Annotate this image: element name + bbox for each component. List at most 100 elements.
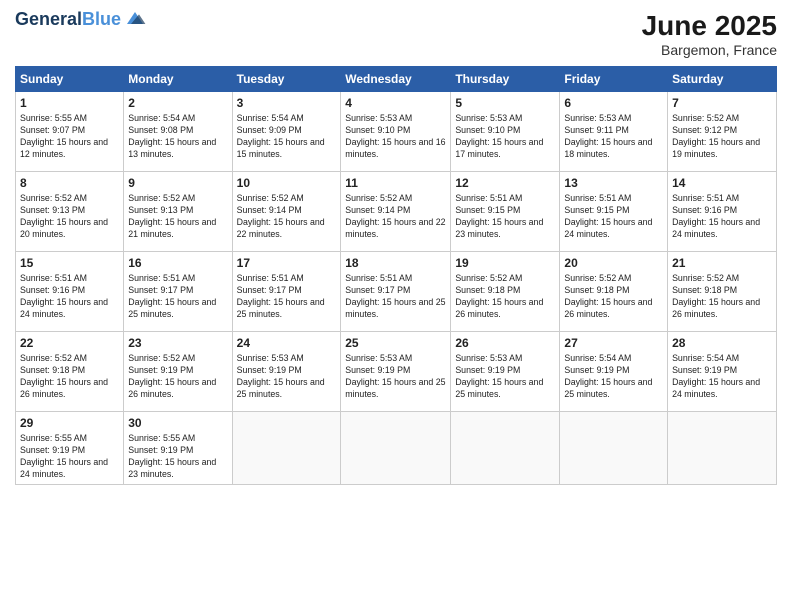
logo-text: GeneralBlue bbox=[15, 10, 121, 30]
calendar-table: SundayMondayTuesdayWednesdayThursdayFrid… bbox=[15, 66, 777, 485]
calendar-cell: 5 Sunrise: 5:53 AMSunset: 9:10 PMDaylight… bbox=[451, 92, 560, 172]
day-number: 14 bbox=[672, 175, 772, 191]
calendar-cell: 28 Sunrise: 5:54 AMSunset: 9:19 PMDayligh… bbox=[668, 332, 777, 412]
day-info: Sunrise: 5:52 AMSunset: 9:18 PMDaylight:… bbox=[455, 273, 555, 321]
day-info: Sunrise: 5:55 AMSunset: 9:07 PMDaylight:… bbox=[20, 113, 119, 161]
column-header-thursday: Thursday bbox=[451, 67, 560, 92]
day-info: Sunrise: 5:51 AMSunset: 9:16 PMDaylight:… bbox=[20, 273, 119, 321]
day-info: Sunrise: 5:53 AMSunset: 9:10 PMDaylight:… bbox=[455, 113, 555, 161]
calendar-cell: 19 Sunrise: 5:52 AMSunset: 9:18 PMDayligh… bbox=[451, 252, 560, 332]
day-info: Sunrise: 5:51 AMSunset: 9:17 PMDaylight:… bbox=[345, 273, 446, 321]
day-number: 11 bbox=[345, 175, 446, 191]
calendar-cell: 9 Sunrise: 5:52 AMSunset: 9:13 PMDaylight… bbox=[124, 172, 232, 252]
week-row-2: 8 Sunrise: 5:52 AMSunset: 9:13 PMDaylight… bbox=[16, 172, 777, 252]
day-number: 27 bbox=[564, 335, 663, 351]
day-info: Sunrise: 5:52 AMSunset: 9:13 PMDaylight:… bbox=[128, 193, 227, 241]
day-number: 19 bbox=[455, 255, 555, 271]
day-info: Sunrise: 5:52 AMSunset: 9:18 PMDaylight:… bbox=[672, 273, 772, 321]
calendar-cell: 18 Sunrise: 5:51 AMSunset: 9:17 PMDayligh… bbox=[341, 252, 451, 332]
calendar-cell: 10 Sunrise: 5:52 AMSunset: 9:14 PMDayligh… bbox=[232, 172, 341, 252]
week-row-1: 1 Sunrise: 5:55 AMSunset: 9:07 PMDaylight… bbox=[16, 92, 777, 172]
calendar-cell bbox=[341, 412, 451, 485]
day-number: 6 bbox=[564, 95, 663, 111]
calendar-cell bbox=[560, 412, 668, 485]
logo: GeneralBlue bbox=[15, 10, 147, 30]
day-number: 8 bbox=[20, 175, 119, 191]
column-header-tuesday: Tuesday bbox=[232, 67, 341, 92]
column-header-monday: Monday bbox=[124, 67, 232, 92]
day-info: Sunrise: 5:54 AMSunset: 9:09 PMDaylight:… bbox=[237, 113, 337, 161]
day-info: Sunrise: 5:53 AMSunset: 9:19 PMDaylight:… bbox=[345, 353, 446, 401]
calendar-cell: 23 Sunrise: 5:52 AMSunset: 9:19 PMDayligh… bbox=[124, 332, 232, 412]
day-number: 15 bbox=[20, 255, 119, 271]
calendar-cell: 2Sunrise: 5:54 AMSunset: 9:08 PMDaylight… bbox=[124, 92, 232, 172]
day-info: Sunrise: 5:52 AMSunset: 9:14 PMDaylight:… bbox=[237, 193, 337, 241]
day-number: 12 bbox=[455, 175, 555, 191]
day-info: Sunrise: 5:55 AMSunset: 9:19 PMDaylight:… bbox=[128, 433, 227, 481]
page-container: GeneralBlue June 2025 Bargemon, France S… bbox=[0, 0, 792, 495]
day-info: Sunrise: 5:53 AMSunset: 9:11 PMDaylight:… bbox=[564, 113, 663, 161]
day-number: 9 bbox=[128, 175, 227, 191]
day-number: 2 bbox=[128, 95, 227, 111]
day-number: 23 bbox=[128, 335, 227, 351]
day-info: Sunrise: 5:53 AMSunset: 9:10 PMDaylight:… bbox=[345, 113, 446, 161]
calendar-cell: 17Sunrise: 5:51 AMSunset: 9:17 PMDayligh… bbox=[232, 252, 341, 332]
calendar-cell: 15 Sunrise: 5:51 AMSunset: 9:16 PMDayligh… bbox=[16, 252, 124, 332]
day-number: 3 bbox=[237, 95, 337, 111]
calendar-cell bbox=[668, 412, 777, 485]
day-number: 5 bbox=[455, 95, 555, 111]
title-area: June 2025 Bargemon, France bbox=[642, 10, 777, 58]
day-info: Sunrise: 5:54 AMSunset: 9:19 PMDaylight:… bbox=[564, 353, 663, 401]
day-number: 18 bbox=[345, 255, 446, 271]
month-title: June 2025 bbox=[642, 10, 777, 42]
calendar-cell: 14 Sunrise: 5:51 AMSunset: 9:16 PMDayligh… bbox=[668, 172, 777, 252]
day-number: 4 bbox=[345, 95, 446, 111]
day-number: 26 bbox=[455, 335, 555, 351]
calendar-cell: 24Sunrise: 5:53 AMSunset: 9:19 PMDayligh… bbox=[232, 332, 341, 412]
location-subtitle: Bargemon, France bbox=[642, 42, 777, 58]
logo-icon bbox=[123, 8, 147, 28]
week-row-3: 15 Sunrise: 5:51 AMSunset: 9:16 PMDayligh… bbox=[16, 252, 777, 332]
day-number: 21 bbox=[672, 255, 772, 271]
day-number: 29 bbox=[20, 415, 119, 431]
calendar-cell: 8Sunrise: 5:52 AMSunset: 9:13 PMDaylight… bbox=[16, 172, 124, 252]
calendar-cell: 22Sunrise: 5:52 AMSunset: 9:18 PMDayligh… bbox=[16, 332, 124, 412]
day-number: 7 bbox=[672, 95, 772, 111]
day-info: Sunrise: 5:52 AMSunset: 9:14 PMDaylight:… bbox=[345, 193, 446, 241]
calendar-cell: 26 Sunrise: 5:53 AMSunset: 9:19 PMDayligh… bbox=[451, 332, 560, 412]
calendar-cell: 11 Sunrise: 5:52 AMSunset: 9:14 PMDayligh… bbox=[341, 172, 451, 252]
calendar-cell: 29Sunrise: 5:55 AMSunset: 9:19 PMDayligh… bbox=[16, 412, 124, 485]
calendar-cell: 12 Sunrise: 5:51 AMSunset: 9:15 PMDayligh… bbox=[451, 172, 560, 252]
column-header-friday: Friday bbox=[560, 67, 668, 92]
day-number: 16 bbox=[128, 255, 227, 271]
header: GeneralBlue June 2025 Bargemon, France bbox=[15, 10, 777, 58]
day-number: 1 bbox=[20, 95, 119, 111]
calendar-cell: 20Sunrise: 5:52 AMSunset: 9:18 PMDayligh… bbox=[560, 252, 668, 332]
day-info: Sunrise: 5:52 AMSunset: 9:18 PMDaylight:… bbox=[20, 353, 119, 401]
week-row-5: 29 Sunrise: 5:55 AMSunset: 9:19 PMDayligh… bbox=[16, 412, 777, 485]
calendar-cell: 1 Sunrise: 5:55 AMSunset: 9:07 PMDaylight… bbox=[16, 92, 124, 172]
calendar-header-row: SundayMondayTuesdayWednesdayThursdayFrid… bbox=[16, 67, 777, 92]
day-info: Sunrise: 5:52 AMSunset: 9:19 PMDaylight:… bbox=[128, 353, 227, 401]
day-info: Sunrise: 5:52 AMSunset: 9:18 PMDaylight:… bbox=[564, 273, 663, 321]
day-info: Sunrise: 5:51 AMSunset: 9:17 PMDaylight:… bbox=[128, 273, 227, 321]
calendar-cell: 30Sunrise: 5:55 AMSunset: 9:19 PMDayligh… bbox=[124, 412, 232, 485]
day-info: Sunrise: 5:51 AMSunset: 9:17 PMDaylight:… bbox=[237, 273, 337, 321]
day-number: 10 bbox=[237, 175, 337, 191]
day-info: Sunrise: 5:53 AMSunset: 9:19 PMDaylight:… bbox=[455, 353, 555, 401]
day-number: 25 bbox=[345, 335, 446, 351]
column-header-saturday: Saturday bbox=[668, 67, 777, 92]
calendar-cell bbox=[232, 412, 341, 485]
week-row-4: 22Sunrise: 5:52 AMSunset: 9:18 PMDayligh… bbox=[16, 332, 777, 412]
column-header-sunday: Sunday bbox=[16, 67, 124, 92]
calendar-cell bbox=[451, 412, 560, 485]
calendar-cell: 25 Sunrise: 5:53 AMSunset: 9:19 PMDayligh… bbox=[341, 332, 451, 412]
day-info: Sunrise: 5:51 AMSunset: 9:15 PMDaylight:… bbox=[455, 193, 555, 241]
calendar-cell: 13Sunrise: 5:51 AMSunset: 9:15 PMDayligh… bbox=[560, 172, 668, 252]
calendar-cell: 21 Sunrise: 5:52 AMSunset: 9:18 PMDayligh… bbox=[668, 252, 777, 332]
day-info: Sunrise: 5:54 AMSunset: 9:19 PMDaylight:… bbox=[672, 353, 772, 401]
calendar-cell: 4 Sunrise: 5:53 AMSunset: 9:10 PMDaylight… bbox=[341, 92, 451, 172]
day-number: 28 bbox=[672, 335, 772, 351]
day-info: Sunrise: 5:51 AMSunset: 9:16 PMDaylight:… bbox=[672, 193, 772, 241]
calendar-cell: 6 Sunrise: 5:53 AMSunset: 9:11 PMDaylight… bbox=[560, 92, 668, 172]
